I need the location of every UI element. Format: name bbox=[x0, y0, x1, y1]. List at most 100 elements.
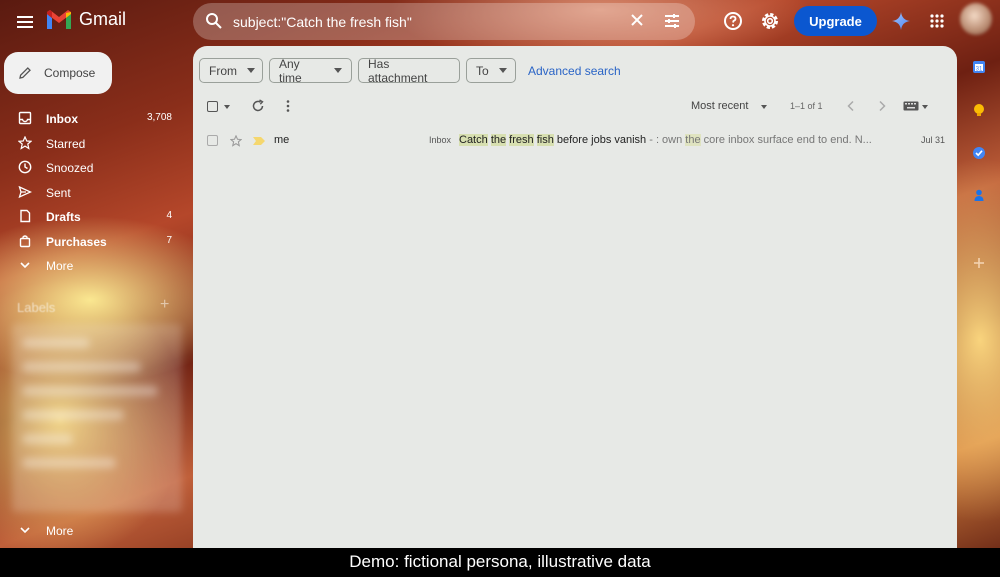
tasks-icon[interactable] bbox=[972, 146, 986, 160]
compose-button[interactable]: Compose bbox=[4, 52, 112, 94]
clear-search-icon[interactable] bbox=[629, 12, 645, 28]
highlight: fresh bbox=[509, 134, 534, 146]
caret-down-icon bbox=[247, 68, 255, 73]
snippet: - : own the core inbox surface end to en… bbox=[646, 134, 871, 146]
pagination-range: 1–1 of 1 bbox=[790, 101, 823, 111]
draft-icon bbox=[20, 209, 31, 223]
sidebar: Compose Inbox 3,708 Starred Snoozed Sent… bbox=[0, 44, 193, 548]
sidebar-item-purchases[interactable]: Purchases 7 bbox=[0, 229, 186, 253]
inbox-count: 3,708 bbox=[146, 112, 172, 123]
important-marker-icon[interactable] bbox=[253, 137, 265, 145]
star-icon[interactable] bbox=[230, 135, 242, 147]
pencil-icon bbox=[19, 67, 31, 79]
sidebar-item-drafts[interactable]: Drafts 4 bbox=[0, 204, 186, 228]
sidebar-item-label: Drafts bbox=[46, 210, 81, 224]
labels-header: Labels bbox=[17, 300, 56, 315]
list-toolbar: Most recent 1–1 of 1 bbox=[193, 94, 957, 118]
main-menu-button[interactable] bbox=[14, 10, 38, 34]
sort-caret-icon[interactable] bbox=[761, 105, 767, 109]
search-bar[interactable] bbox=[193, 3, 695, 40]
gear-icon[interactable] bbox=[759, 10, 781, 32]
drafts-count: 4 bbox=[166, 210, 172, 221]
star-icon bbox=[18, 136, 32, 150]
sidebar-item-label: Inbox bbox=[46, 112, 78, 126]
contacts-icon[interactable] bbox=[972, 188, 986, 202]
highlight: Catch bbox=[459, 134, 488, 146]
gemini-icon[interactable] bbox=[892, 12, 910, 30]
chevron-down-icon bbox=[20, 527, 30, 534]
gmail-m-icon bbox=[47, 9, 71, 29]
sidebar-item-starred[interactable]: Starred bbox=[0, 131, 186, 155]
right-side-panel: 31 bbox=[957, 46, 1000, 548]
help-icon[interactable] bbox=[723, 11, 743, 31]
clock-icon bbox=[18, 160, 32, 174]
keep-icon[interactable] bbox=[972, 103, 986, 117]
filter-to[interactable]: To bbox=[466, 58, 516, 83]
gmail-logo[interactable]: Gmail bbox=[46, 9, 126, 30]
snippet-text: - : own bbox=[646, 134, 686, 146]
sidebar-item-label: Sent bbox=[46, 186, 71, 200]
filter-label: Has attachment bbox=[368, 56, 428, 85]
filter-from[interactable]: From bbox=[199, 58, 263, 83]
bag-icon bbox=[19, 235, 31, 248]
filter-has-attachment[interactable]: Has attachment bbox=[358, 56, 460, 85]
row-date: Jul 31 bbox=[920, 135, 945, 145]
caret-down-icon bbox=[498, 68, 507, 73]
purchases-count: 7 bbox=[166, 235, 172, 246]
sidebar-item-label: More bbox=[46, 524, 74, 538]
compose-label: Compose bbox=[44, 66, 96, 80]
search-options-icon[interactable] bbox=[663, 12, 681, 30]
table-row[interactable]: me Inbox Catch the fresh fish before job… bbox=[193, 128, 957, 152]
select-all-checkbox[interactable] bbox=[207, 101, 218, 112]
search-input[interactable] bbox=[233, 9, 613, 35]
keyboard-icon[interactable] bbox=[903, 101, 919, 111]
advanced-search-link[interactable]: Advanced search bbox=[528, 64, 621, 78]
highlight: fish bbox=[536, 134, 554, 146]
sidebar-item-label: Snoozed bbox=[46, 161, 94, 175]
filter-label: Any time bbox=[279, 56, 302, 85]
snippet-text: core inbox surface end to end. N... bbox=[700, 134, 871, 146]
apps-grid-icon[interactable] bbox=[930, 14, 944, 28]
demo-banner: Demo: fictional persona, illustrative da… bbox=[0, 548, 1000, 577]
sort-menu[interactable]: Most recent bbox=[691, 100, 748, 112]
blurred-labels-list bbox=[12, 324, 182, 512]
select-menu-caret-icon[interactable] bbox=[224, 105, 230, 109]
account-avatar[interactable] bbox=[960, 3, 992, 35]
add-label-icon[interactable]: + bbox=[160, 296, 169, 314]
upgrade-button[interactable]: Upgrade bbox=[794, 6, 877, 36]
top-bar: Gmail Upgrade bbox=[0, 0, 1000, 44]
sidebar-item-snoozed[interactable]: Snoozed bbox=[0, 155, 186, 179]
subject-rest: before jobs vanish bbox=[556, 134, 647, 146]
sidebar-item-label: Starred bbox=[46, 137, 86, 151]
sidebar-item-label: Purchases bbox=[46, 235, 107, 249]
send-icon bbox=[18, 185, 32, 199]
sidebar-item-sent[interactable]: Sent bbox=[0, 180, 186, 204]
calendar-icon[interactable]: 31 bbox=[972, 60, 986, 74]
inbox-icon bbox=[18, 111, 32, 125]
more-options-icon[interactable] bbox=[285, 99, 291, 113]
highlight: the bbox=[685, 134, 701, 146]
sender: me bbox=[274, 134, 290, 146]
refresh-icon[interactable] bbox=[251, 99, 265, 113]
add-addon-icon[interactable] bbox=[972, 256, 986, 270]
highlight: the bbox=[490, 134, 507, 146]
inbox-label-chip: Inbox bbox=[429, 135, 452, 145]
main-panel: From Any time Has attachment To Advanced… bbox=[193, 46, 957, 548]
next-page-icon[interactable] bbox=[877, 100, 887, 112]
caret-down-icon bbox=[334, 68, 342, 73]
input-tools-caret-icon[interactable] bbox=[922, 105, 928, 109]
filter-label: To bbox=[476, 63, 489, 78]
sidebar-item-more[interactable]: More bbox=[0, 253, 186, 277]
filter-any-time[interactable]: Any time bbox=[269, 56, 352, 85]
chevron-down-icon bbox=[20, 262, 30, 269]
app-name: Gmail bbox=[79, 9, 127, 29]
sidebar-item-inbox[interactable]: Inbox 3,708 bbox=[0, 106, 186, 130]
sidebar-more-bottom[interactable]: More bbox=[0, 518, 186, 542]
prev-page-icon[interactable] bbox=[846, 100, 856, 112]
row-checkbox[interactable] bbox=[207, 135, 218, 146]
svg-text:31: 31 bbox=[976, 67, 983, 73]
sidebar-item-label: More bbox=[46, 259, 74, 273]
search-icon[interactable] bbox=[205, 12, 223, 30]
filter-label: From bbox=[209, 63, 237, 78]
subject-snippet: Catch the fresh fish before jobs vanish … bbox=[459, 134, 871, 146]
